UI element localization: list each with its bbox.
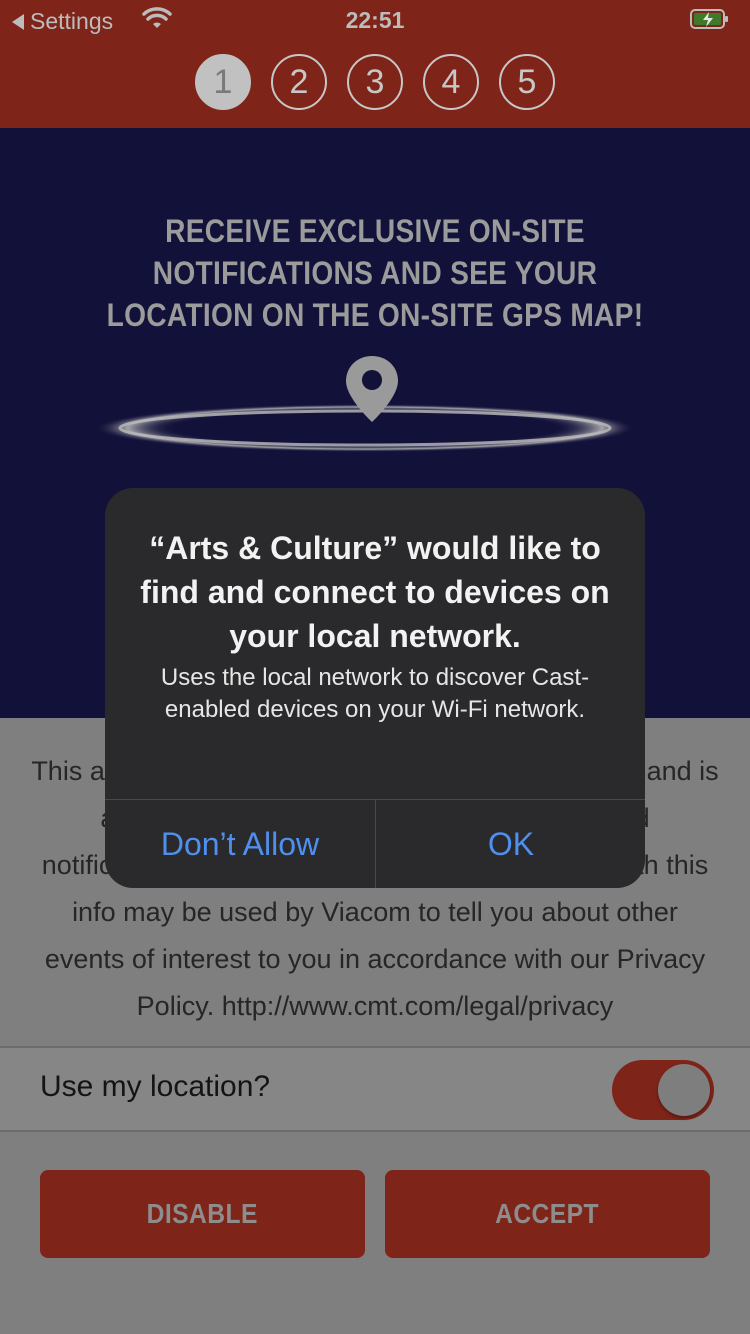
location-toggle-row: Use my location? <box>0 1048 750 1130</box>
accept-button[interactable]: ACCEPT <box>385 1170 710 1258</box>
step-4: 4 <box>423 54 479 110</box>
status-time: 22:51 <box>345 7 405 33</box>
step-5: 5 <box>499 54 555 110</box>
alert-message: Uses the local network to discover Cast-… <box>160 664 590 723</box>
battery-charging-icon <box>690 9 728 29</box>
toggle-knob <box>658 1064 710 1116</box>
location-toggle-switch[interactable] <box>612 1060 714 1120</box>
disable-button-label: DISABLE <box>146 1198 259 1229</box>
step-2: 2 <box>271 54 327 110</box>
disable-button[interactable]: DISABLE <box>40 1170 365 1258</box>
location-toggle-label: Use my location? <box>40 1070 271 1103</box>
dont-allow-button[interactable]: Don’t Allow <box>105 800 375 888</box>
hero-title: RECEIVE EXCLUSIVE ON-SITE NOTIFICATIONS … <box>106 213 644 333</box>
ok-button[interactable]: OK <box>376 800 645 888</box>
header-bar: Settings 22:51 1 2 3 4 5 <box>0 0 750 128</box>
step-1: 1 <box>195 54 251 110</box>
step-indicator: 1 2 3 4 5 <box>0 54 750 110</box>
divider-bottom <box>0 1130 750 1132</box>
accept-button-label: ACCEPT <box>495 1198 600 1229</box>
step-3: 3 <box>347 54 403 110</box>
status-bar: Settings 22:51 <box>0 0 750 40</box>
alert-title: “Arts & Culture” would like to find and … <box>140 530 610 654</box>
location-pin-icon <box>346 356 398 422</box>
local-network-permission-alert: “Arts & Culture” would like to find and … <box>105 488 645 888</box>
